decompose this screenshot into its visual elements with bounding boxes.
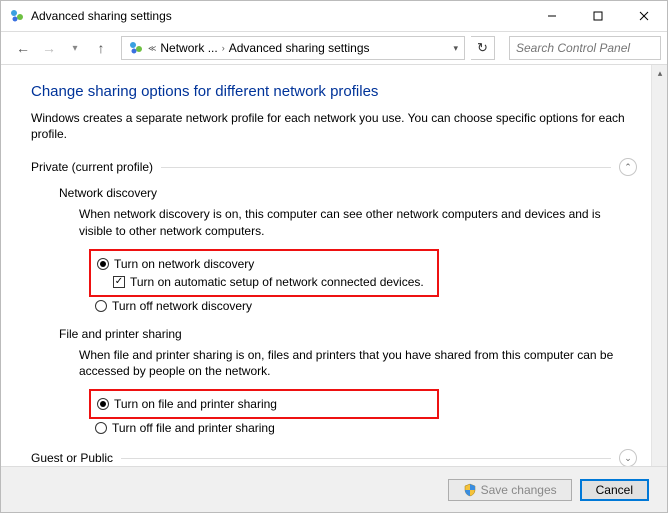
- cancel-button-label: Cancel: [596, 483, 633, 497]
- cancel-button[interactable]: Cancel: [580, 479, 649, 501]
- toolbar: ← → ▾ ↑ ≪ Network ... › Advanced sharing…: [1, 31, 667, 65]
- forward-button[interactable]: →: [39, 38, 59, 58]
- window-controls: [529, 1, 667, 31]
- breadcrumb-advanced[interactable]: Advanced sharing settings: [229, 41, 370, 55]
- scroll-up-icon[interactable]: ▴: [652, 65, 667, 81]
- content-area: ▴ Change sharing options for different n…: [1, 65, 667, 466]
- chevron-right-icon: ›: [222, 43, 225, 53]
- network-discovery-desc: When network discovery is on, this compu…: [79, 206, 637, 238]
- checkbox-nd-auto-label: Turn on automatic setup of network conne…: [130, 273, 424, 291]
- chevron-down-icon[interactable]: ⌄: [619, 449, 637, 466]
- back-button[interactable]: ←: [13, 38, 33, 58]
- radio-icon: [95, 422, 107, 434]
- section-guest-header[interactable]: Guest or Public ⌄: [31, 449, 637, 466]
- radio-nd-off-label: Turn off network discovery: [112, 299, 252, 313]
- divider: [161, 167, 611, 168]
- breadcrumb-sep-icon: ≪: [148, 44, 156, 53]
- page-heading: Change sharing options for different net…: [31, 83, 637, 100]
- address-dropdown-icon[interactable]: ▾: [453, 43, 458, 54]
- window-title: Advanced sharing settings: [31, 9, 172, 23]
- section-guest-label: Guest or Public: [31, 451, 113, 465]
- chevron-up-icon[interactable]: ⌃: [619, 158, 637, 176]
- save-button[interactable]: Save changes: [448, 479, 572, 501]
- app-icon: [9, 8, 25, 24]
- recent-dropdown[interactable]: ▾: [65, 38, 85, 58]
- radio-fp-on-label: Turn on file and printer sharing: [114, 395, 277, 413]
- file-printer-title: File and printer sharing: [59, 327, 637, 341]
- page-intro: Windows creates a separate network profi…: [31, 110, 637, 142]
- scrollbar[interactable]: ▴: [651, 65, 667, 466]
- address-bar[interactable]: ≪ Network ... › Advanced sharing setting…: [121, 36, 465, 60]
- radio-fp-off[interactable]: Turn off file and printer sharing: [95, 421, 637, 435]
- close-button[interactable]: [621, 1, 667, 31]
- network-icon: [128, 40, 144, 56]
- section-private-header[interactable]: Private (current profile) ⌃: [31, 158, 637, 176]
- footer: Save changes Cancel: [1, 466, 667, 512]
- up-button[interactable]: ↑: [91, 38, 111, 58]
- refresh-button[interactable]: ↻: [471, 36, 495, 60]
- radio-nd-on-label: Turn on network discovery: [114, 255, 254, 273]
- divider: [121, 458, 611, 459]
- section-private-label: Private (current profile): [31, 160, 153, 174]
- titlebar: Advanced sharing settings: [1, 1, 667, 31]
- radio-fp-off-label: Turn off file and printer sharing: [112, 421, 275, 435]
- minimize-button[interactable]: [529, 1, 575, 31]
- radio-nd-on[interactable]: Turn on network discovery: [97, 255, 431, 273]
- radio-fp-on[interactable]: Turn on file and printer sharing: [97, 395, 431, 413]
- maximize-button[interactable]: [575, 1, 621, 31]
- breadcrumb-network[interactable]: Network ...: [160, 41, 217, 55]
- file-printer-on-group: Turn on file and printer sharing: [89, 389, 439, 419]
- radio-nd-off[interactable]: Turn off network discovery: [95, 299, 637, 313]
- radio-icon: [97, 398, 109, 410]
- search-input[interactable]: [509, 36, 661, 60]
- network-discovery-on-group: Turn on network discovery Turn on automa…: [89, 249, 439, 297]
- save-button-label: Save changes: [481, 483, 557, 497]
- radio-icon: [95, 300, 107, 312]
- network-discovery-title: Network discovery: [59, 186, 637, 200]
- checkbox-nd-auto[interactable]: Turn on automatic setup of network conne…: [113, 273, 431, 291]
- checkbox-icon: [113, 276, 125, 288]
- shield-icon: [463, 483, 477, 497]
- radio-icon: [97, 258, 109, 270]
- file-printer-desc: When file and printer sharing is on, fil…: [79, 347, 637, 379]
